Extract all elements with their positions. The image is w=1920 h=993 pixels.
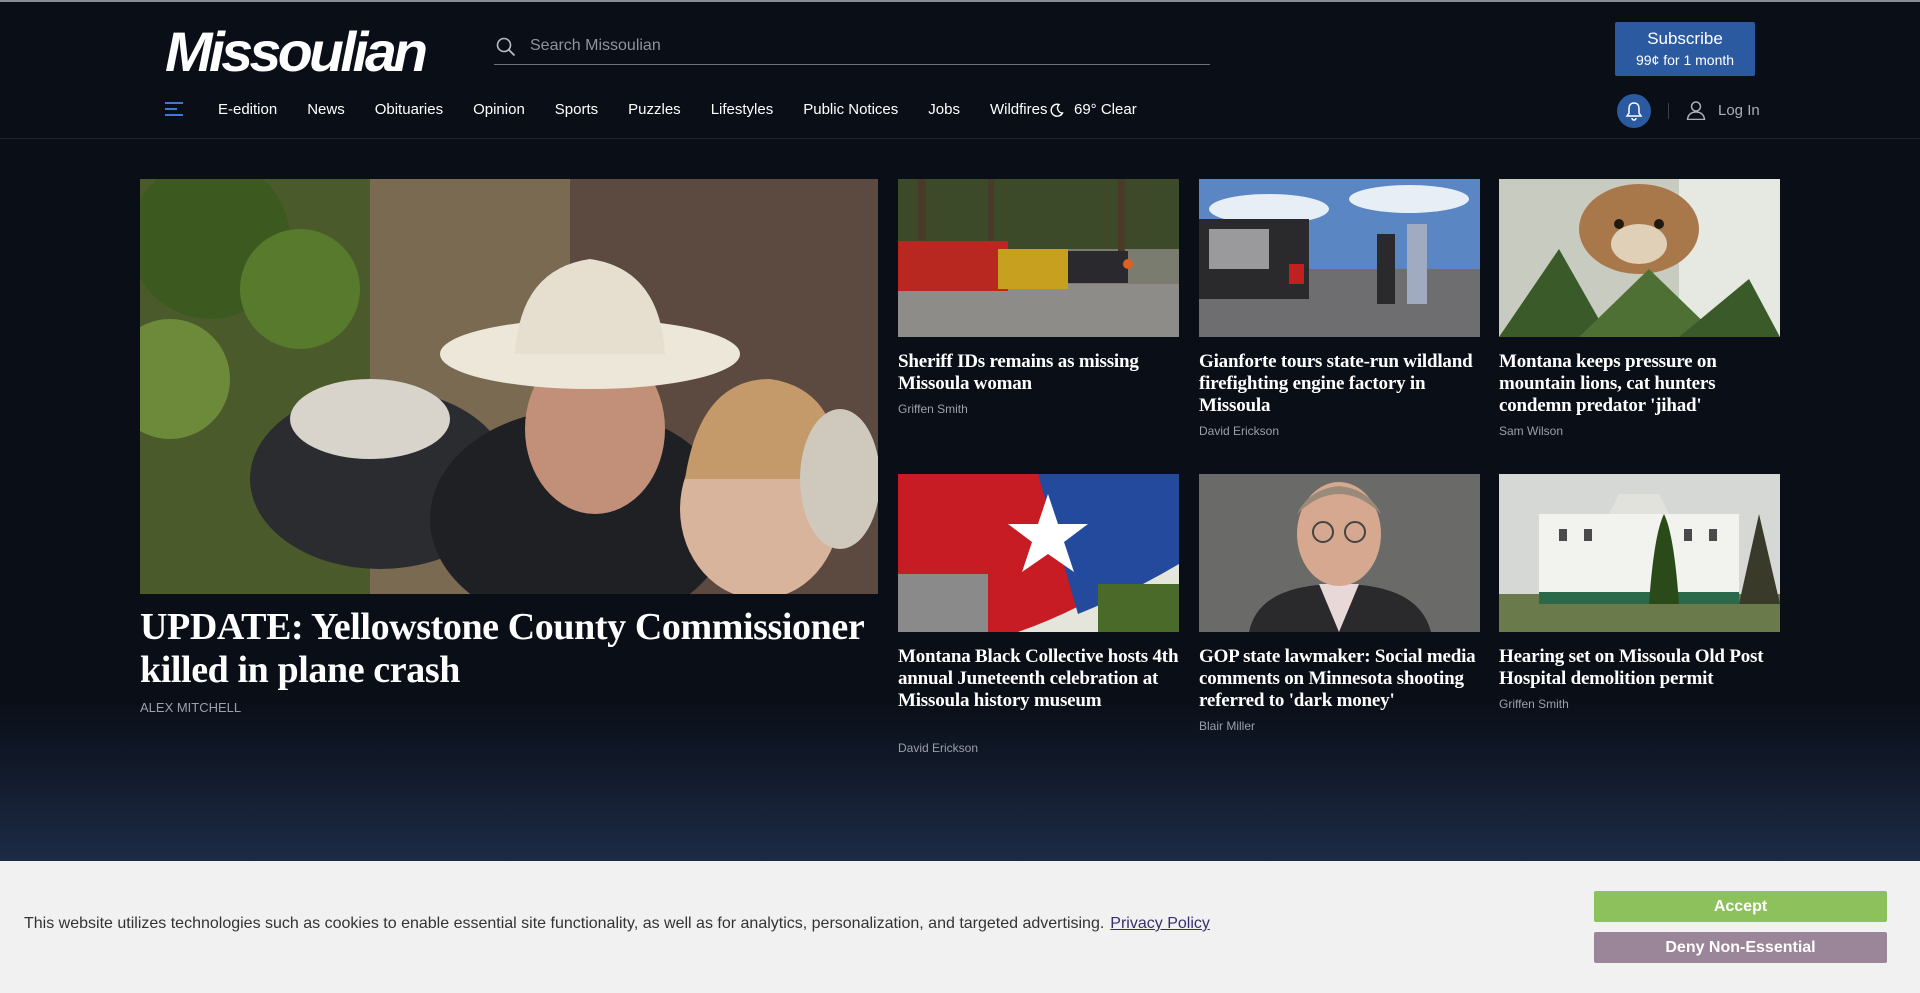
nav-sports[interactable]: Sports [555, 101, 598, 121]
story-author-mountain-lions[interactable]: Sam Wilson [1499, 424, 1563, 438]
nav-lifestyles[interactable]: Lifestyles [711, 101, 774, 121]
header-divider [1668, 103, 1669, 119]
bell-icon [1625, 102, 1643, 121]
story-image-gianforte[interactable] [1199, 179, 1480, 337]
subscribe-offer: 99¢ for 1 month [1635, 52, 1735, 68]
nav-wildfires[interactable]: Wildfires [990, 101, 1048, 121]
story-author-juneteenth[interactable]: David Erickson [898, 741, 978, 755]
hamburger-menu-icon[interactable] [165, 101, 183, 117]
nav-public-notices[interactable]: Public Notices [803, 101, 898, 121]
story-headline-gop-lawmaker[interactable]: GOP state lawmaker: Social media comment… [1199, 646, 1489, 712]
top-border [0, 0, 1920, 2]
search-bar[interactable] [494, 28, 1210, 65]
story-author-gop-lawmaker[interactable]: Blair Miller [1199, 719, 1255, 733]
story-author-sheriff[interactable]: Griffen Smith [898, 402, 968, 416]
search-input[interactable] [528, 32, 1192, 60]
subscribe-button[interactable]: Subscribe 99¢ for 1 month [1615, 22, 1755, 76]
weather-text: 69° Clear [1074, 101, 1137, 118]
moon-icon [1050, 103, 1064, 117]
nav-puzzles[interactable]: Puzzles [628, 101, 681, 121]
login-label: Log In [1718, 101, 1760, 119]
deny-non-essential-button[interactable]: Deny Non-Essential [1594, 932, 1887, 963]
story-image-gop-lawmaker[interactable] [1199, 474, 1480, 632]
lead-story-headline[interactable]: UPDATE: Yellowstone County Commissioner … [140, 606, 880, 692]
cookie-message: This website utilizes technologies such … [24, 915, 1210, 933]
lead-story-author[interactable]: ALEX MITCHELL [140, 700, 241, 715]
story-image-juneteenth[interactable] [898, 474, 1179, 632]
notifications-button[interactable] [1617, 94, 1651, 128]
story-headline-old-post-hospital[interactable]: Hearing set on Missoula Old Post Hospita… [1499, 646, 1789, 690]
login-link[interactable]: Log In [1686, 100, 1760, 120]
nav-news[interactable]: News [307, 101, 345, 121]
nav-jobs[interactable]: Jobs [928, 101, 960, 121]
cookie-banner: This website utilizes technologies such … [0, 861, 1920, 993]
story-headline-sheriff[interactable]: Sheriff IDs remains as missing Missoula … [898, 351, 1188, 395]
cookie-message-text: This website utilizes technologies such … [24, 915, 1105, 932]
story-headline-juneteenth[interactable]: Montana Black Collective hosts 4th annua… [898, 646, 1188, 712]
story-image-mountain-lions[interactable] [1499, 179, 1780, 337]
subscribe-label: Subscribe [1647, 29, 1723, 48]
user-icon [1686, 101, 1706, 120]
nav-e-edition[interactable]: E-edition [218, 101, 277, 121]
nav-opinion[interactable]: Opinion [473, 101, 525, 121]
site-logo[interactable]: Missoulian [165, 20, 428, 84]
accept-button[interactable]: Accept [1594, 891, 1887, 922]
story-author-old-post-hospital[interactable]: Griffen Smith [1499, 697, 1569, 711]
search-icon [496, 37, 516, 57]
story-headline-mountain-lions[interactable]: Montana keeps pressure on mountain lions… [1499, 351, 1789, 417]
main-nav: E-edition News Obituaries Opinion Sports… [218, 101, 1077, 121]
story-image-sheriff[interactable] [898, 179, 1179, 337]
weather-widget[interactable]: 69° Clear [1050, 101, 1137, 118]
story-headline-gianforte[interactable]: Gianforte tours state-run wildland firef… [1199, 351, 1489, 417]
story-author-gianforte[interactable]: David Erickson [1199, 424, 1279, 438]
story-image-old-post-hospital[interactable] [1499, 474, 1780, 632]
nav-obituaries[interactable]: Obituaries [375, 101, 443, 121]
header-rule [0, 138, 1920, 139]
privacy-policy-link[interactable]: Privacy Policy [1110, 915, 1210, 932]
lead-story-image[interactable] [140, 179, 878, 594]
